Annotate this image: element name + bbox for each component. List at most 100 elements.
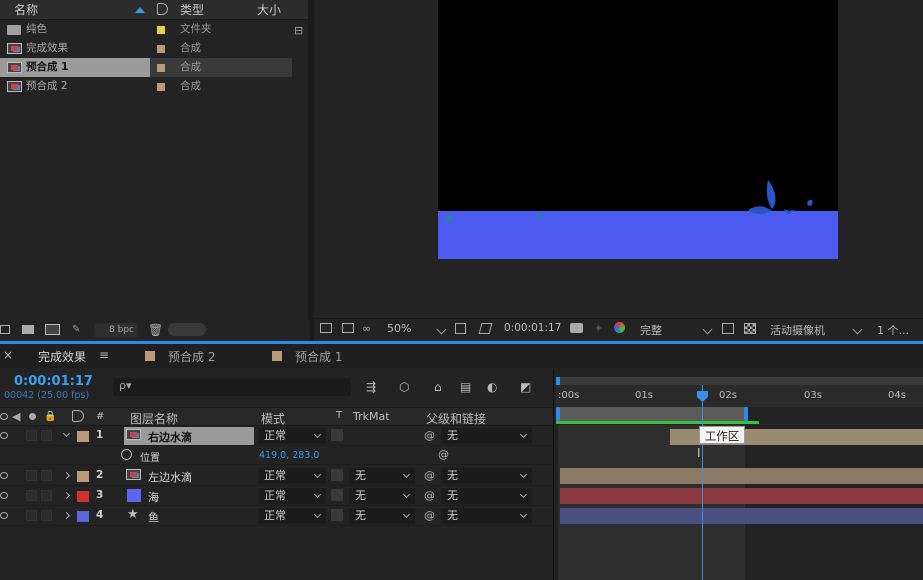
scroll-handle[interactable] [168,323,206,336]
layer-name[interactable]: 鱼 [148,509,159,525]
transparency-grid-icon[interactable] [744,323,756,334]
solo-toggle[interactable] [26,470,37,481]
work-area-start-handle[interactable] [556,407,560,421]
chevron-down-icon[interactable] [436,324,447,335]
label-color[interactable] [157,26,165,34]
composition-flowchart-icon[interactable]: ⇶ [366,380,376,394]
new-composition-icon[interactable] [45,324,60,335]
pickwhip-icon[interactable]: @ [424,469,435,482]
camera-snapshot-icon[interactable] [570,323,583,333]
close-icon[interactable]: × [3,348,13,362]
lock-toggle[interactable] [41,430,52,441]
time-navigator[interactable] [556,377,923,385]
bit-depth-button[interactable]: 8 bpc [94,323,138,337]
position-value[interactable]: 419.0, 283.0 [259,450,319,461]
layer-row-1[interactable]: 1 右边水滴 正常 @ 无 [0,426,553,446]
layer-name[interactable]: 左边水滴 [148,469,192,485]
solo-toggle[interactable] [26,510,37,521]
trash-icon[interactable]: 🗑 [148,323,163,337]
label-tag-icon[interactable] [72,410,84,422]
project-item[interactable]: 预合成 2 合成 [0,77,292,96]
audio-icon[interactable]: ◀ [12,410,20,423]
layer-name[interactable]: 右边水滴 [148,429,192,445]
pickwhip-icon[interactable]: @ [424,489,435,502]
layer-4-duration-bar[interactable] [560,508,923,524]
lock-icon[interactable]: 🔒 [44,411,56,422]
video-visibility-icon[interactable] [0,413,8,420]
viewer-timecode[interactable]: 0:00:01:17 [504,322,561,334]
mode-select[interactable]: 正常 [258,488,326,504]
interpret-footage-icon[interactable] [0,325,10,334]
lock-toggle[interactable] [41,470,52,481]
parent-select[interactable]: 无 [441,488,532,504]
chevron-down-icon[interactable] [702,324,713,335]
lock-toggle[interactable] [41,510,52,521]
work-area-end-handle[interactable] [744,407,748,421]
mask-visibility-icon[interactable]: ∞ [362,322,371,335]
pickwhip-icon[interactable]: @ [438,448,449,461]
solo-toggle[interactable] [26,430,37,441]
number-column-header[interactable]: # [96,411,104,422]
monitor-icon[interactable] [342,323,354,333]
chevron-down-icon[interactable] [852,324,863,335]
solo-toggle[interactable] [26,490,37,501]
label-color[interactable] [77,431,89,442]
tab-complete-effect[interactable]: 完成效果 [38,348,86,365]
eye-icon[interactable] [0,512,8,519]
tab-menu-icon[interactable]: ≡ [99,348,109,362]
camera-select[interactable]: 活动摄像机 [770,322,825,338]
pickwhip-icon[interactable]: @ [424,509,435,522]
tab-precomp-2[interactable]: 预合成 2 [168,348,215,365]
preserve-transparency-checkbox[interactable] [331,469,343,481]
label-color[interactable] [157,45,165,53]
solo-icon[interactable] [29,413,36,420]
chevron-down-icon[interactable] [62,429,71,438]
layer-row-4[interactable]: 4 ★ 鱼 正常 无 @ 无 [0,506,553,526]
eye-icon[interactable] [0,432,8,439]
eye-icon[interactable] [0,492,8,499]
time-ruler[interactable]: :00s 01s 02s 03s 04s [556,377,923,407]
mode-select[interactable]: 正常 [258,428,326,444]
color-channel-icon[interactable] [614,322,625,333]
column-type-header[interactable]: 类型 [180,2,204,18]
parent-select[interactable]: 无 [441,508,532,524]
layer-name[interactable]: 海 [148,489,159,505]
preserve-transparency-checkbox[interactable] [331,509,343,521]
stopwatch-icon[interactable] [121,449,132,460]
trkmat-select[interactable]: 无 [349,468,415,484]
layer-search-input[interactable]: ρ▾ [113,378,351,396]
layer-row-2[interactable]: 2 左边水滴 正常 无 @ 无 [0,466,553,486]
views-select[interactable]: 1 个... [877,322,909,338]
pickwhip-icon[interactable]: @ [424,429,435,442]
tab-precomp-1[interactable]: 预合成 1 [295,348,342,365]
frame-blending-icon[interactable]: ▤ [460,380,471,394]
navigator-start-handle[interactable] [556,377,560,385]
label-color[interactable] [157,83,165,91]
work-area-bar[interactable] [556,407,748,421]
motion-blur-icon[interactable]: ◐ [487,380,497,394]
zoom-select[interactable]: 50% [387,322,411,335]
layer-2-duration-bar[interactable] [560,468,923,484]
lock-toggle[interactable] [41,490,52,501]
chevron-right-icon[interactable] [62,471,71,480]
chevron-right-icon[interactable] [62,491,71,500]
graph-editor-icon[interactable]: ◩ [520,380,531,394]
mode-column-header[interactable]: 模式 [261,410,285,427]
layer-row-3[interactable]: 3 海 正常 无 @ 无 [0,486,553,506]
sort-ascending-icon[interactable] [135,7,145,13]
preview-icon[interactable] [320,323,332,333]
project-item[interactable]: 纯色 文件夹 [0,20,292,39]
parent-select[interactable]: 无 [441,468,532,484]
chevron-right-icon[interactable] [62,511,71,520]
mode-select[interactable]: 正常 [258,508,326,524]
draft-3d-icon[interactable]: ⬡ [399,380,409,394]
column-size-header[interactable]: 大小 [257,2,281,18]
label-color[interactable] [77,471,89,482]
current-time-display[interactable]: 0:00:01:17 [14,374,93,389]
shy-layers-icon[interactable]: ⌂ [434,380,442,394]
parent-select[interactable]: 无 [441,428,532,444]
show-snapshot-icon[interactable]: ✦ [594,322,603,335]
eye-icon[interactable] [0,472,8,479]
region-of-interest-icon[interactable] [478,323,493,334]
preserve-transparency-checkbox[interactable] [331,489,343,501]
